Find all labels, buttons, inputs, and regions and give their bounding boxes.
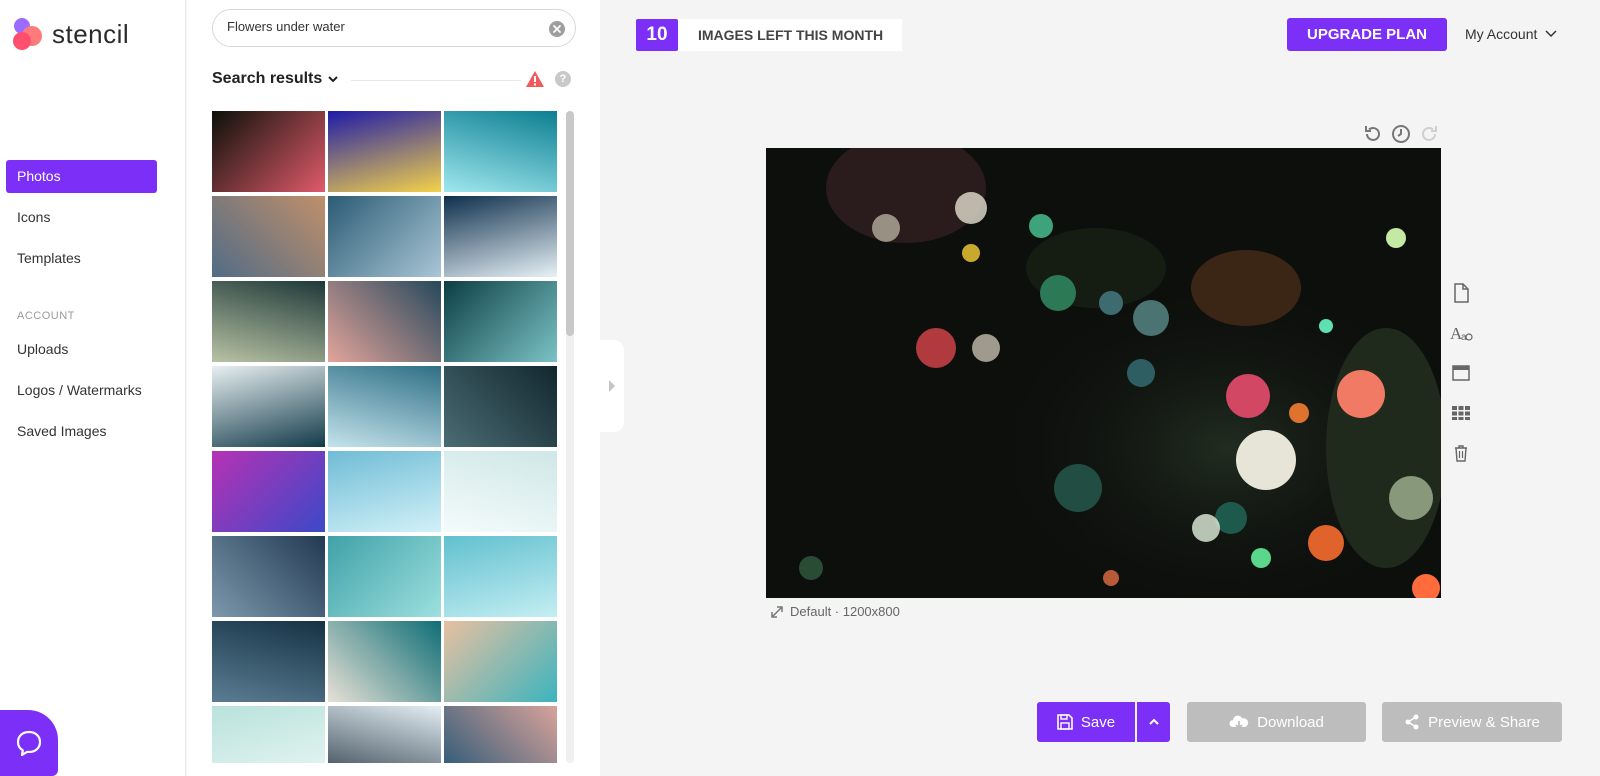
- download-button[interactable]: Download: [1187, 702, 1366, 742]
- search-panel: Search results ?: [187, 0, 600, 776]
- nav-item-logos-watermarks[interactable]: Logos / Watermarks: [6, 374, 157, 407]
- nav-item-photos[interactable]: Photos: [6, 160, 157, 193]
- search-results-dropdown[interactable]: Search results: [212, 70, 339, 88]
- result-thumbnail-turquoise-bubbles[interactable]: [444, 111, 557, 192]
- result-thumbnail-pink-sky-wave[interactable]: [444, 706, 557, 763]
- result-thumbnail-pool-caustics-light[interactable]: [444, 536, 557, 617]
- layout-button[interactable]: [1448, 360, 1474, 386]
- canvas-image-sea-anemones: [766, 148, 1441, 598]
- chevron-up-icon: [1148, 718, 1159, 725]
- chevron-down-icon: [328, 76, 338, 83]
- trash-icon: [1455, 445, 1467, 462]
- result-thumbnail-calm-dark-water[interactable]: [212, 536, 325, 617]
- warning-icon[interactable]: [525, 70, 545, 88]
- nav-item-icons[interactable]: Icons: [6, 201, 157, 234]
- result-thumbnail-deep-blue-waves[interactable]: [212, 621, 325, 702]
- result-thumbnail-beach-sunset[interactable]: [444, 621, 557, 702]
- document-icon: [1454, 283, 1469, 303]
- brand-name: stencil: [52, 18, 130, 49]
- clear-search-icon[interactable]: [548, 20, 566, 38]
- floppy-disk-icon: [1057, 714, 1073, 730]
- result-thumbnail-dark-ripples[interactable]: [444, 366, 557, 447]
- stencil-logo-icon: [12, 18, 44, 50]
- nav-item-uploads[interactable]: Uploads: [6, 333, 157, 366]
- result-thumbnail-white-foam[interactable]: [212, 366, 325, 447]
- result-thumbnail-ocean-waves[interactable]: [328, 196, 441, 277]
- chevron-down-icon: [1545, 30, 1557, 38]
- support-chat-button[interactable]: [0, 710, 58, 776]
- result-thumbnail-shallow-water[interactable]: [212, 706, 325, 763]
- editor-canvas[interactable]: [766, 148, 1441, 598]
- nav-item-saved-images[interactable]: Saved Images: [6, 415, 157, 448]
- chevron-right-icon: [609, 380, 615, 392]
- history-controls: [1362, 123, 1440, 145]
- nav-item-templates[interactable]: Templates: [6, 242, 157, 275]
- left-navigation: stencil Photos Icons Templates ACCOUNT U…: [0, 0, 186, 776]
- window-icon: [1452, 365, 1470, 381]
- result-thumbnail-hand-in-water[interactable]: [328, 706, 441, 763]
- result-thumbnail-water-drop-splash[interactable]: [212, 281, 325, 362]
- undo-icon[interactable]: [1362, 123, 1384, 145]
- share-icon: [1405, 714, 1419, 730]
- help-icon[interactable]: ?: [555, 71, 571, 87]
- nav-section-account: ACCOUNT: [17, 310, 75, 322]
- search-input[interactable]: [227, 19, 527, 34]
- resize-icon: [771, 605, 783, 618]
- result-thumbnail-curling-wave[interactable]: [444, 196, 557, 277]
- images-left-label: IMAGES LEFT THIS MONTH: [678, 19, 902, 51]
- cloud-download-icon: [1229, 715, 1249, 730]
- canvas-size-label[interactable]: Default · 1200x800: [770, 604, 900, 619]
- delete-button[interactable]: [1448, 440, 1474, 466]
- result-thumbnail-butterflyfish[interactable]: [328, 111, 441, 192]
- chat-icon: [16, 730, 42, 757]
- result-thumbnail-water-splash-sunset[interactable]: [212, 196, 325, 277]
- save-options-button[interactable]: [1137, 702, 1170, 742]
- text-style-icon: A a: [1450, 324, 1473, 343]
- history-clock-icon[interactable]: [1390, 123, 1412, 145]
- account-menu-label: My Account: [1465, 26, 1538, 42]
- save-button[interactable]: Save: [1037, 702, 1135, 742]
- collapse-panel-button[interactable]: [600, 340, 624, 432]
- result-thumbnail-sea-anemones-dark[interactable]: [212, 111, 325, 192]
- save-button-label: Save: [1080, 713, 1116, 731]
- search-box: [212, 9, 576, 47]
- redo-icon[interactable]: [1418, 123, 1440, 145]
- result-thumbnail-pool-ripples-blue[interactable]: [328, 451, 441, 532]
- preview-share-button[interactable]: Preview & Share: [1382, 702, 1562, 742]
- canvas-size-text: Default · 1200x800: [790, 604, 900, 619]
- grid-icon: [1452, 406, 1470, 420]
- scrollbar-thumb[interactable]: [566, 111, 574, 336]
- account-menu[interactable]: My Account: [1465, 26, 1557, 42]
- result-thumbnail-sea-sunset[interactable]: [328, 281, 441, 362]
- upgrade-plan-button[interactable]: UPGRADE PLAN: [1287, 18, 1447, 51]
- result-thumbnail-beach-aerial[interactable]: [328, 621, 441, 702]
- images-left-count: 10: [636, 19, 678, 51]
- stencil-logo[interactable]: stencil: [12, 17, 129, 51]
- search-results-label: Search results: [212, 70, 323, 87]
- page-settings-button[interactable]: [1448, 280, 1474, 306]
- preview-share-button-label: Preview & Share: [1428, 713, 1540, 731]
- results-scrollbar[interactable]: [566, 111, 574, 763]
- result-thumbnail-aerial-waves[interactable]: [444, 281, 557, 362]
- add-text-button[interactable]: A a: [1448, 320, 1474, 346]
- result-thumbnail-pool-light-pale[interactable]: [444, 451, 557, 532]
- search-results-grid: [212, 111, 560, 763]
- divider: [351, 80, 521, 81]
- download-button-label: Download: [1257, 713, 1324, 731]
- grid-button[interactable]: [1448, 400, 1474, 426]
- result-thumbnail-rushing-water[interactable]: [328, 366, 441, 447]
- result-thumbnail-pool-caustics[interactable]: [328, 536, 441, 617]
- result-thumbnail-purple-drop[interactable]: [212, 451, 325, 532]
